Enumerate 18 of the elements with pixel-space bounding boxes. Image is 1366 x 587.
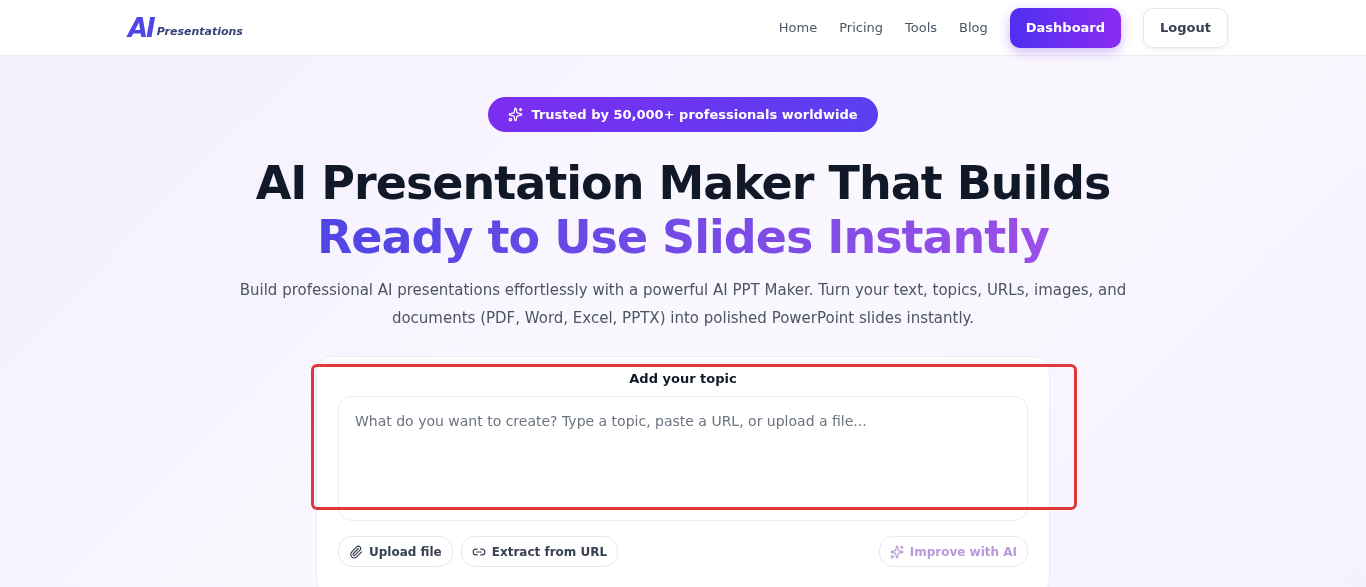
topic-label: Add your topic xyxy=(628,371,738,386)
logo-text[interactable]: Presentations xyxy=(156,24,243,38)
sparkle-icon xyxy=(508,107,524,122)
hero-subtitle: Build professional AI presentations effortlessly with a powerful AI PPT Maker. Turn your text, topics, URLs, images, and documents (PDF, Word, Excel, PPTX) into polished PowerPoint slides instantly. xyxy=(238,280,1128,329)
nav-link[interactable]: Pricing xyxy=(839,20,883,35)
hero-title: AI Presentation Maker That Builds xyxy=(255,156,1111,210)
nav-link[interactable]: Blog xyxy=(959,20,988,35)
dashboard-button[interactable]: Dashboard xyxy=(1009,7,1122,48)
logout-button[interactable]: Logout xyxy=(1143,7,1228,48)
nav-link[interactable]: Tools xyxy=(905,20,938,35)
topic-input[interactable]: What do you want to create? Type a topic, paste a URL, or upload a file... xyxy=(338,396,1028,521)
paperclip-icon xyxy=(349,544,363,559)
logo-mark[interactable]: AI xyxy=(128,14,154,41)
badge-text: Trusted by 50,000+ professionals worldwide xyxy=(531,107,858,122)
nav-link[interactable]: Home xyxy=(778,20,818,35)
extract-url-button[interactable]: Extract from URL xyxy=(460,536,619,567)
upload-file-button[interactable]: Upload file xyxy=(338,536,453,567)
sparkle-icon xyxy=(889,544,904,559)
